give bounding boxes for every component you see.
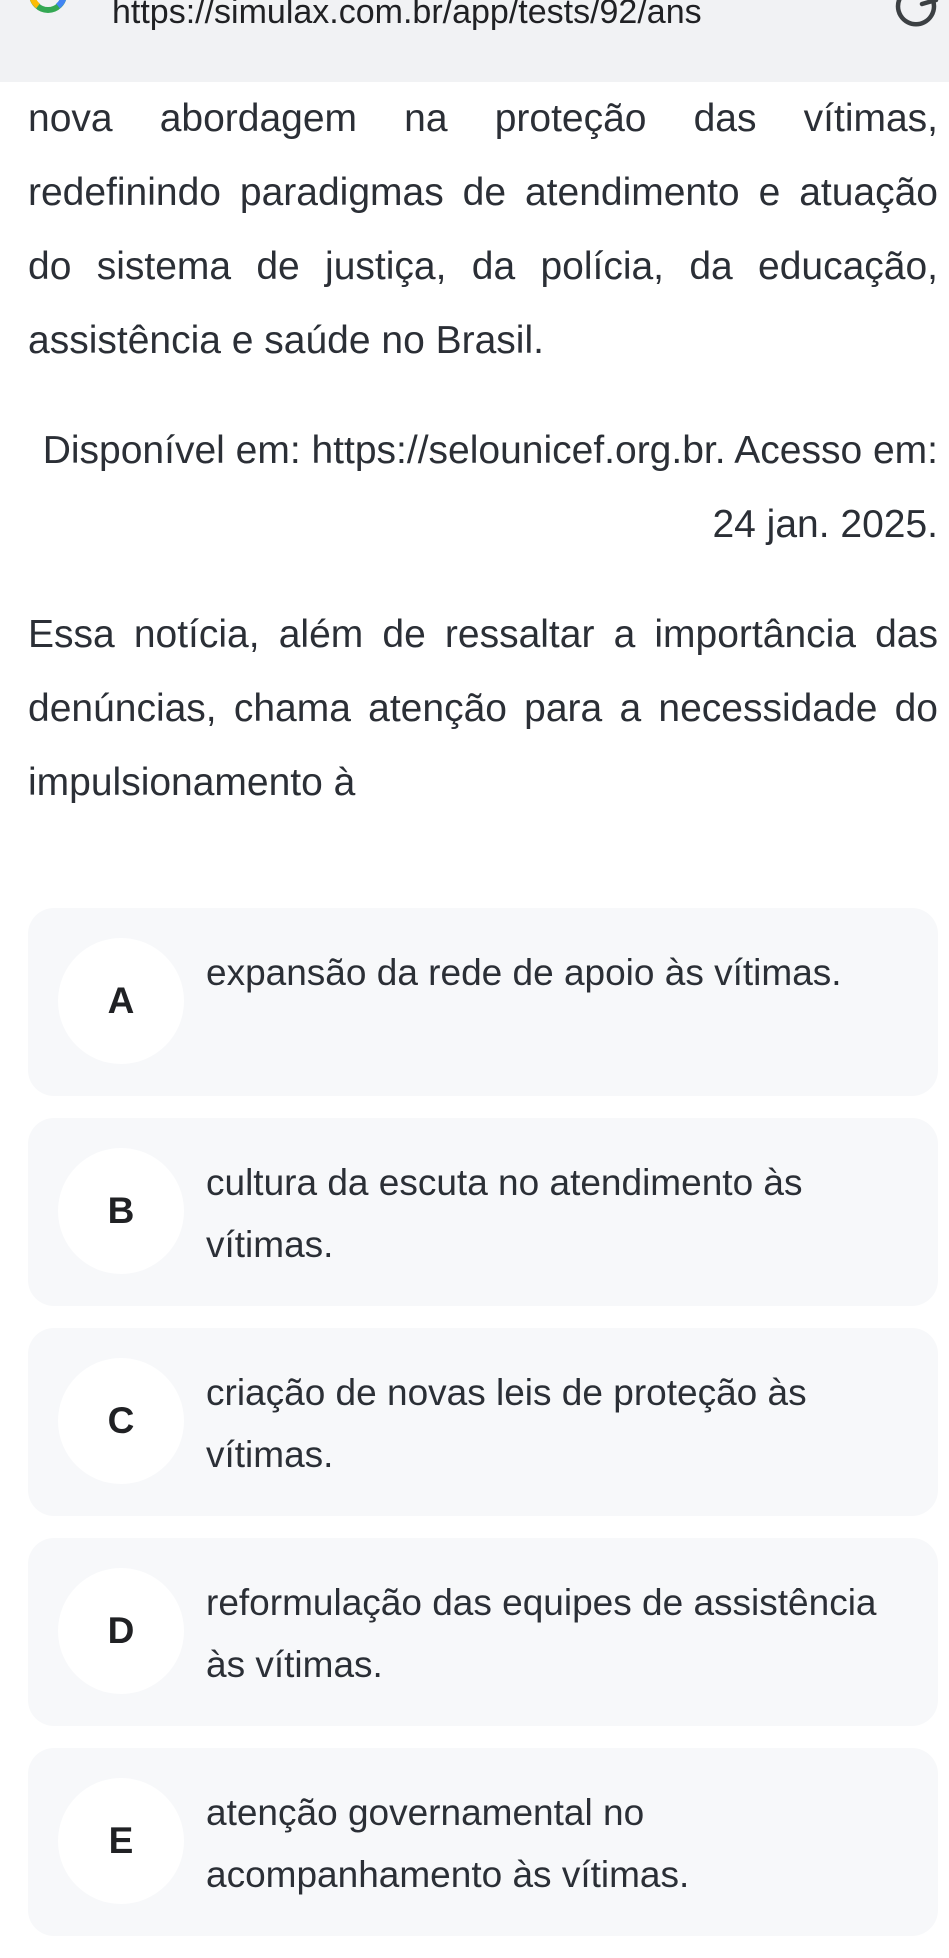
google-g-icon[interactable] [28, 0, 68, 30]
passage-paragraph: nova abordagem na proteção das vítimas, … [28, 97, 938, 362]
option-letter-badge: A [58, 938, 184, 1064]
option-letter-badge: B [58, 1148, 184, 1274]
option-text: cultura da escuta no atendimento às víti… [206, 1162, 803, 1265]
option-letter-badge: D [58, 1568, 184, 1694]
option-b[interactable]: B cultura da escuta no atendimento às ví… [28, 1118, 938, 1306]
passage-source: Disponível em: https://selounicef.org.br… [42, 429, 938, 546]
option-text: expansão da rede de apoio às vítimas. [206, 952, 842, 993]
url-field[interactable]: https://simulax.com.br/app/tests/92/ans [112, 0, 852, 32]
reload-icon[interactable] [892, 0, 940, 34]
browser-address-bar: https://simulax.com.br/app/tests/92/ans [0, 0, 949, 82]
option-c[interactable]: C criação de novas leis de proteção às v… [28, 1328, 938, 1516]
option-letter-badge: E [58, 1778, 184, 1904]
option-text: reformulação das equipes de assistência … [206, 1582, 877, 1685]
option-text: criação de novas leis de proteção às vít… [206, 1372, 807, 1475]
option-text: atenção governamental no acompanhamento … [206, 1792, 690, 1895]
answer-options: A expansão da rede de apoio às vítimas. … [28, 908, 938, 1958]
question-prompt: Essa notícia, além de ressaltar a import… [28, 613, 938, 804]
option-d[interactable]: D reformulação das equipes de assistênci… [28, 1538, 938, 1726]
option-letter-badge: C [58, 1358, 184, 1484]
question-content: nova abordagem na proteção das vítimas, … [28, 82, 938, 820]
option-a[interactable]: A expansão da rede de apoio às vítimas. [28, 908, 938, 1096]
option-e[interactable]: E atenção governamental no acompanhament… [28, 1748, 938, 1936]
